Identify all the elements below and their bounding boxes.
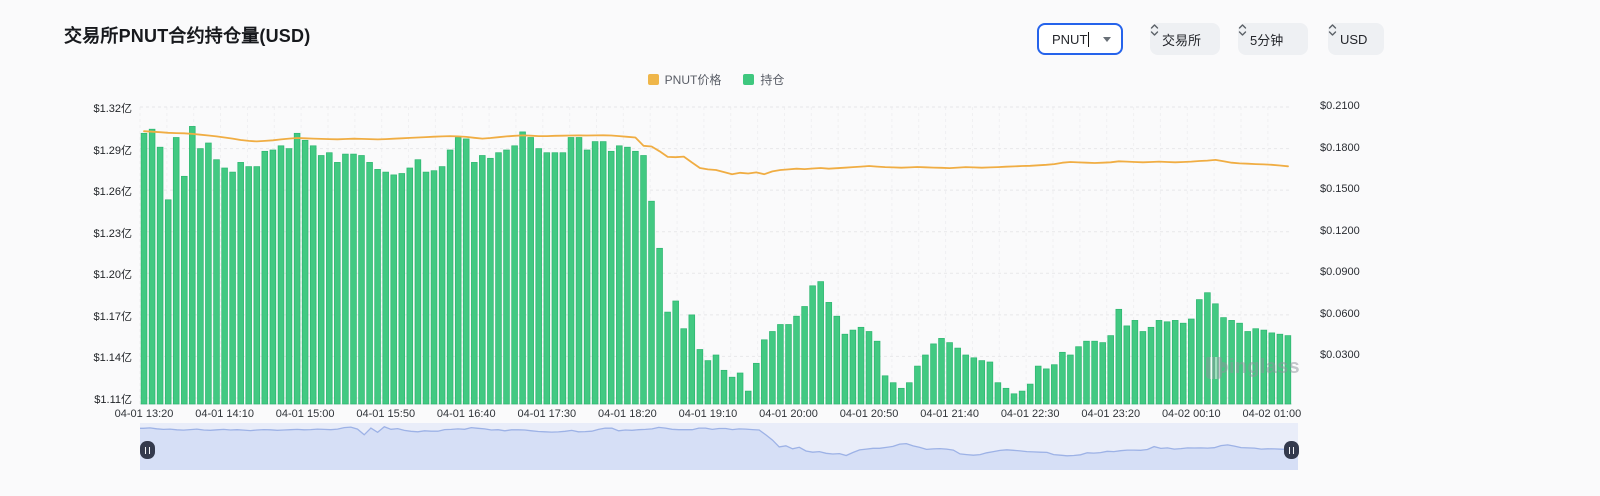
- brush-handle-right[interactable]: [1284, 441, 1299, 459]
- navigator-brush[interactable]: [0, 0, 1600, 496]
- brush-handle-left[interactable]: [140, 441, 155, 459]
- chart-page: 交易所PNUT合约持仓量(USD) PNUT 交易所 5分钟 USD PNUT价…: [0, 0, 1600, 496]
